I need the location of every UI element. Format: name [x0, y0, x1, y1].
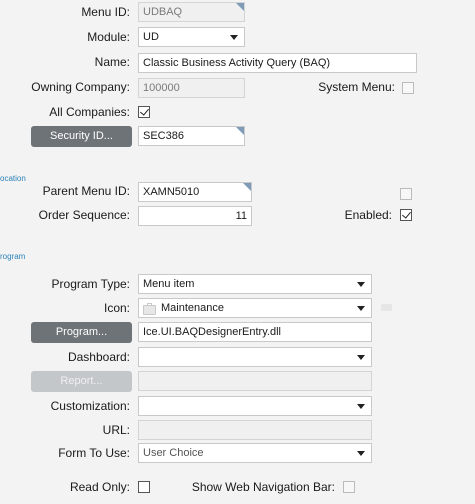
chevron-down-icon [357, 451, 365, 456]
program-type-value: Menu item [143, 278, 195, 290]
checkmark-icon [402, 209, 411, 219]
program-type-select[interactable]: Menu item [138, 274, 372, 294]
module-select[interactable]: UD [138, 27, 245, 47]
checkmark-icon [140, 106, 149, 116]
owning-company-field[interactable]: 100000 [138, 78, 245, 98]
chevron-down-icon [357, 282, 365, 287]
show-web-nav-label: Show Web Navigation Bar: [191, 480, 335, 494]
customization-select[interactable] [138, 396, 372, 416]
section-program-title: rogram [0, 252, 26, 261]
module-value: UD [143, 31, 159, 43]
security-id-button[interactable]: Security ID... [31, 126, 132, 147]
show-web-nav-checkbox[interactable] [343, 481, 355, 493]
order-sequence-field[interactable]: 11 [138, 206, 252, 226]
enabled-label: Enabled: [344, 208, 392, 222]
read-only-checkbox[interactable] [138, 481, 150, 493]
system-menu-label: System Menu: [318, 80, 395, 94]
security-id-field[interactable]: SEC386 [138, 126, 245, 146]
chevron-down-icon [230, 35, 238, 40]
icon-value: Maintenance [161, 302, 224, 314]
customization-label: Customization: [50, 399, 130, 413]
image-preview-icon [381, 304, 392, 311]
parent-menu-id-label: Parent Menu ID: [42, 184, 130, 198]
all-companies-checkbox[interactable] [138, 106, 150, 118]
icon-select[interactable]: Maintenance [138, 298, 372, 318]
program-field[interactable]: Ice.UI.BAQDesignerEntry.dll [138, 322, 372, 342]
owning-company-label: Owning Company: [31, 80, 130, 94]
form-to-use-select[interactable]: User Choice [138, 443, 372, 463]
menu-id-field[interactable]: UDBAQ [138, 2, 245, 22]
program-button[interactable]: Program... [31, 322, 132, 343]
read-only-label: Read Only: [69, 480, 130, 494]
report-button[interactable]: Report... [31, 371, 132, 392]
all-companies-label: All Companies: [49, 105, 130, 119]
url-field[interactable] [138, 420, 372, 440]
dashboard-select[interactable] [138, 347, 372, 367]
name-field[interactable]: Classic Business Activity Query (BAQ) [138, 53, 417, 73]
chevron-down-icon [357, 404, 365, 409]
order-sequence-label: Order Sequence: [38, 208, 130, 222]
name-label: Name: [94, 55, 130, 69]
form-to-use-label: Form To Use: [58, 446, 130, 460]
icon-label: Icon: [103, 301, 130, 315]
report-field[interactable] [138, 371, 372, 391]
chevron-down-icon [357, 306, 365, 311]
module-label: Module: [87, 30, 130, 44]
menu-id-label: Menu ID: [81, 5, 130, 19]
program-type-label: Program Type: [51, 277, 130, 291]
form-to-use-value: User Choice [143, 447, 204, 459]
enabled-checkbox[interactable] [400, 209, 412, 221]
chevron-down-icon [357, 355, 365, 360]
briefcase-icon [143, 303, 156, 315]
parent-menu-id-field[interactable]: XAMN5010 [138, 182, 252, 202]
parent-menu-extra-checkbox[interactable] [400, 188, 412, 200]
url-label: URL: [102, 423, 130, 437]
system-menu-checkbox[interactable] [402, 82, 414, 94]
dashboard-label: Dashboard: [67, 350, 130, 364]
